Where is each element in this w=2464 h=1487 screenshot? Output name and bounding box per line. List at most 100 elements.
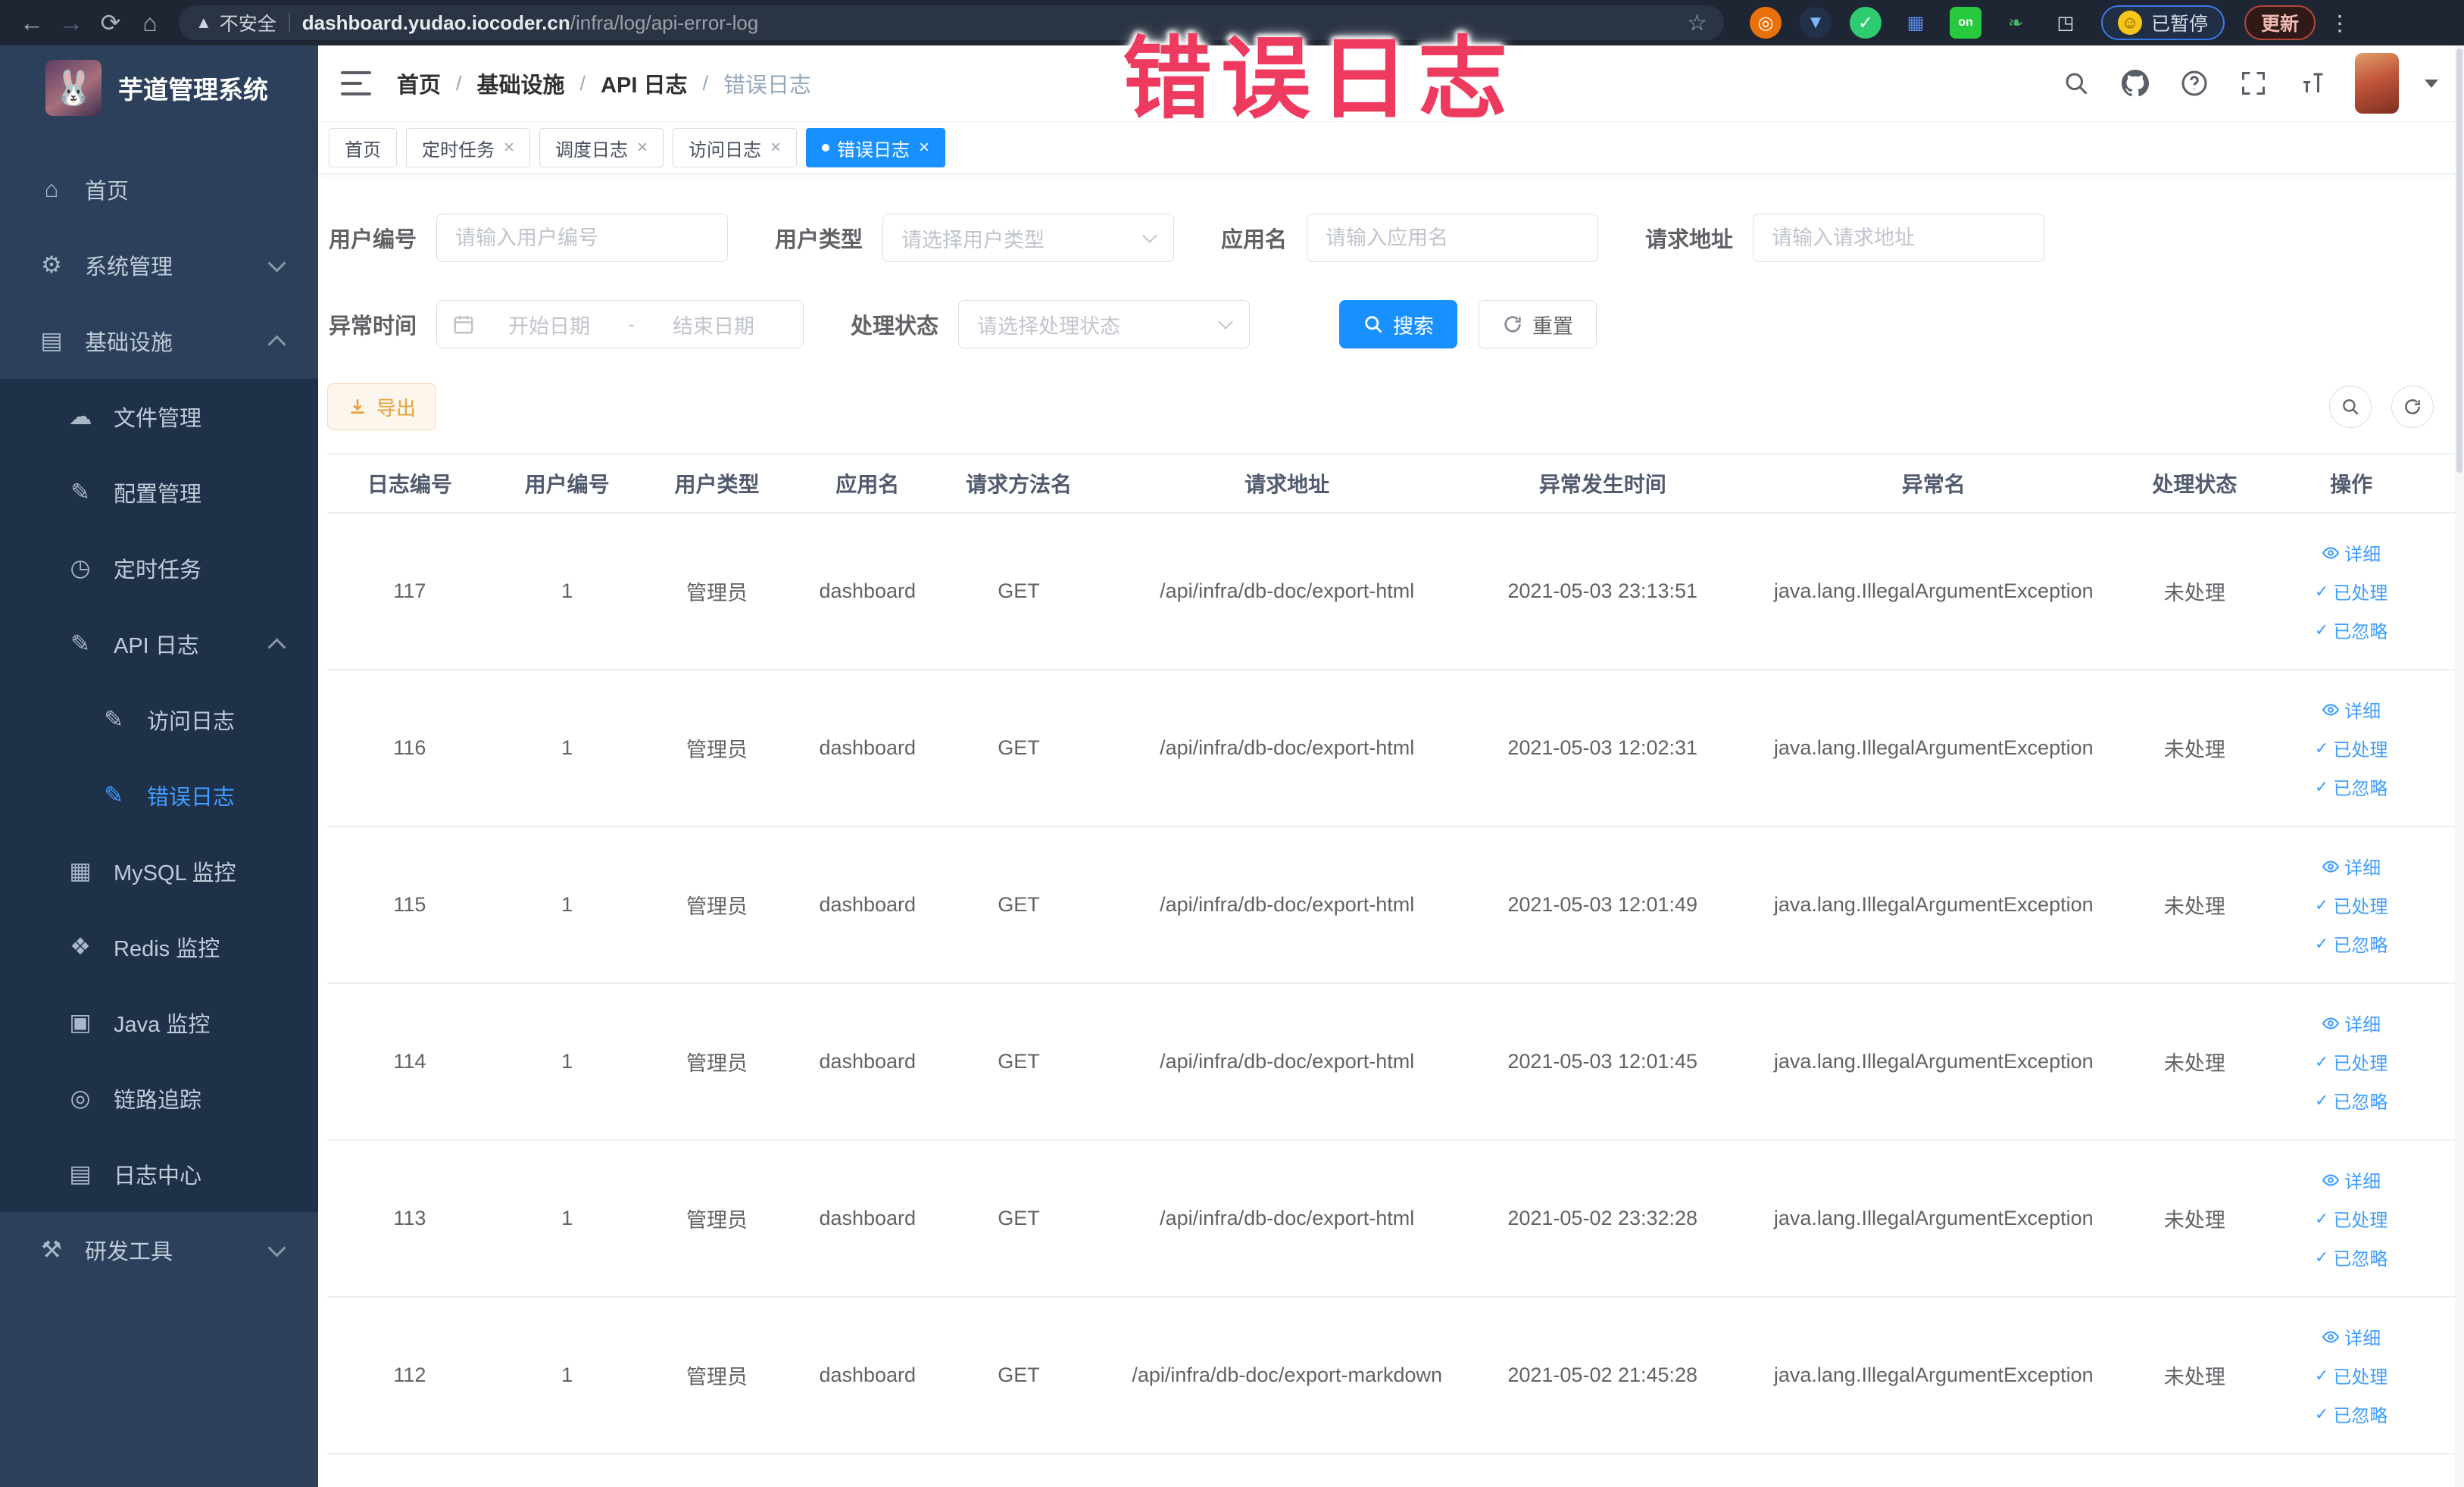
sidebar-item-10[interactable]: ❖ Redis 监控	[0, 909, 318, 985]
breadcrumb-item[interactable]: 首页	[397, 67, 441, 99]
sidebar-item-label: API 日志	[114, 634, 199, 658]
request-url-input[interactable]	[1753, 214, 2045, 262]
sidebar-item-13[interactable]: ▤ 日志中心	[0, 1136, 318, 1212]
tab-label: 访问日志	[689, 139, 762, 161]
action-label: 已处理	[2333, 740, 2388, 761]
table-header-cell: 用户编号	[524, 473, 610, 496]
detail-link[interactable]: 详细	[2322, 696, 2381, 723]
app-name-input[interactable]	[1307, 214, 1599, 262]
paused-extension-pill[interactable]: ☺ 已暂停	[2101, 5, 2225, 40]
breadcrumb-item[interactable]: 基础设施	[477, 67, 565, 99]
sidebar-item-1[interactable]: ⚙ 系统管理	[0, 227, 318, 303]
sidebar-item-12[interactable]: ◎ 链路追踪	[0, 1061, 318, 1136]
sidebar-item-6[interactable]: ✎ API 日志	[0, 606, 318, 682]
sidebar-item-5[interactable]: ◷ 定时任务	[0, 530, 318, 606]
extension-switch-on-icon[interactable]: on	[1950, 7, 1982, 39]
sidebar-item-4[interactable]: ✎ 配置管理	[0, 455, 318, 530]
font-size-icon[interactable]	[2296, 67, 2329, 100]
tab-label: 错误日志	[837, 139, 910, 161]
extension-shield-icon[interactable]: ▼	[1800, 7, 1832, 39]
browser-update-button[interactable]: 更新	[2244, 5, 2316, 40]
action-label: 详细	[2344, 1015, 2381, 1036]
detail-link[interactable]: 详细	[2322, 853, 2381, 879]
close-icon[interactable]: ×	[637, 137, 648, 158]
sidebar-item-label: 配置管理	[114, 483, 202, 507]
table-cell-user_type: 管理员	[685, 1209, 748, 1232]
browser-back-icon[interactable]: ←	[12, 5, 52, 41]
tab-错误日志[interactable]: 错误日志 ×	[806, 128, 946, 167]
refresh-table-button[interactable]	[2391, 386, 2434, 428]
close-icon[interactable]: ×	[770, 137, 781, 158]
processed-link[interactable]: ✓ 已处理	[2315, 1205, 2387, 1232]
browser-home-icon[interactable]: ⌂	[130, 5, 170, 41]
sidebar-item-label: 链路追踪	[114, 1089, 202, 1113]
sidebar-item-2[interactable]: ▤ 基础设施	[0, 303, 318, 379]
extension-check-icon[interactable]: ✓	[1850, 7, 1882, 39]
toggle-search-button[interactable]	[2329, 386, 2372, 428]
detail-link[interactable]: 详细	[2322, 1167, 2381, 1193]
github-icon[interactable]	[2119, 67, 2152, 100]
exception-time-range-picker[interactable]: 开始日期 - 结束日期	[436, 300, 804, 348]
ignored-link[interactable]: ✓ 已忽略	[2315, 930, 2387, 957]
avatar-caret-icon[interactable]	[2425, 79, 2438, 88]
table-cell-user_type: 管理员	[685, 739, 748, 761]
browser-reload-icon[interactable]: ⟳	[91, 5, 130, 41]
processed-link[interactable]: ✓ 已处理	[2315, 1362, 2387, 1389]
ignored-link[interactable]: ✓ 已忽略	[2315, 1244, 2387, 1270]
close-icon[interactable]: ×	[504, 137, 514, 158]
process-status-select[interactable]: 请选择处理状态	[958, 300, 1251, 348]
reset-button[interactable]: 重置	[1479, 300, 1597, 348]
browser-forward-icon[interactable]: →	[52, 5, 91, 41]
processed-link[interactable]: ✓ 已处理	[2315, 578, 2387, 604]
tab-首页[interactable]: 首页	[329, 128, 397, 167]
user-type-select[interactable]: 请选择用户类型	[882, 214, 1175, 262]
extension-puzzle-icon[interactable]: ◳	[2050, 7, 2081, 39]
detail-link[interactable]: 详细	[2322, 1323, 2381, 1350]
processed-link[interactable]: ✓ 已处理	[2315, 735, 2387, 761]
action-label: 已处理	[2333, 1367, 2388, 1388]
detail-link[interactable]: 详细	[2322, 1010, 2381, 1036]
ignored-link[interactable]: ✓ 已忽略	[2315, 617, 2387, 643]
bookmark-star-icon[interactable]: ☆	[1687, 10, 1707, 36]
detail-link[interactable]: 详细	[2322, 539, 2381, 566]
browser-menu-icon[interactable]: ⋮	[2329, 11, 2350, 36]
breadcrumb-item[interactable]: API 日志	[601, 67, 687, 99]
eye-icon	[2322, 546, 2340, 559]
eye-icon	[2322, 860, 2340, 873]
table-cell-id: 114	[393, 1050, 426, 1073]
tab-调度日志[interactable]: 调度日志 ×	[539, 128, 664, 167]
avatar[interactable]	[2355, 53, 2399, 114]
sidebar-item-7[interactable]: ✎ 访问日志	[0, 682, 318, 758]
tab-访问日志[interactable]: 访问日志 ×	[673, 128, 798, 167]
sidebar-item-14[interactable]: ⚒ 研发工具	[0, 1212, 318, 1288]
extension-target-icon[interactable]: ◎	[1750, 7, 1782, 39]
ignored-link[interactable]: ✓ 已忽略	[2315, 1401, 2387, 1427]
extension-grid-icon[interactable]: ▦	[1900, 7, 1932, 39]
table-cell-id: 113	[393, 1207, 426, 1229]
sidebar-item-9[interactable]: ▦ MySQL 监控	[0, 833, 318, 909]
help-icon[interactable]	[2178, 67, 2211, 100]
user-id-input[interactable]	[436, 214, 729, 262]
ignored-link[interactable]: ✓ 已忽略	[2315, 773, 2387, 800]
close-icon[interactable]: ×	[919, 137, 929, 158]
search-icon[interactable]	[2060, 67, 2093, 100]
sidebar-item-8[interactable]: ✎ 错误日志	[0, 758, 318, 833]
sidebar-item-11[interactable]: ▣ Java 监控	[0, 985, 318, 1061]
processed-link[interactable]: ✓ 已处理	[2315, 892, 2387, 918]
sidebar-logo-row[interactable]: 🐰 芋道管理系统	[0, 45, 318, 130]
filter-row-2: 异常时间 开始日期 - 结束日期 处理状态 请选择处理状态 搜索 重置	[329, 300, 2455, 348]
sidebar-item-0[interactable]: ⌂ 首页	[0, 152, 318, 227]
extension-leaf-icon[interactable]: ❧	[2000, 7, 2031, 39]
processed-link[interactable]: ✓ 已处理	[2315, 1048, 2387, 1075]
ignored-link[interactable]: ✓ 已忽略	[2315, 1087, 2387, 1114]
hamburger-icon[interactable]	[341, 71, 371, 95]
fullscreen-icon[interactable]	[2237, 67, 2270, 100]
tab-定时任务[interactable]: 定时任务 ×	[406, 128, 531, 167]
table-cell-user_id: 1	[561, 893, 573, 916]
sidebar-item-3[interactable]: ☁ 文件管理	[0, 379, 318, 455]
export-button[interactable]: 导出	[327, 383, 437, 430]
monitor-icon: ▤	[40, 327, 63, 354]
search-button[interactable]: 搜索	[1339, 300, 1458, 348]
table-cell-method: GET	[998, 1364, 1040, 1386]
page-scrollbar[interactable]	[2455, 45, 2464, 1487]
